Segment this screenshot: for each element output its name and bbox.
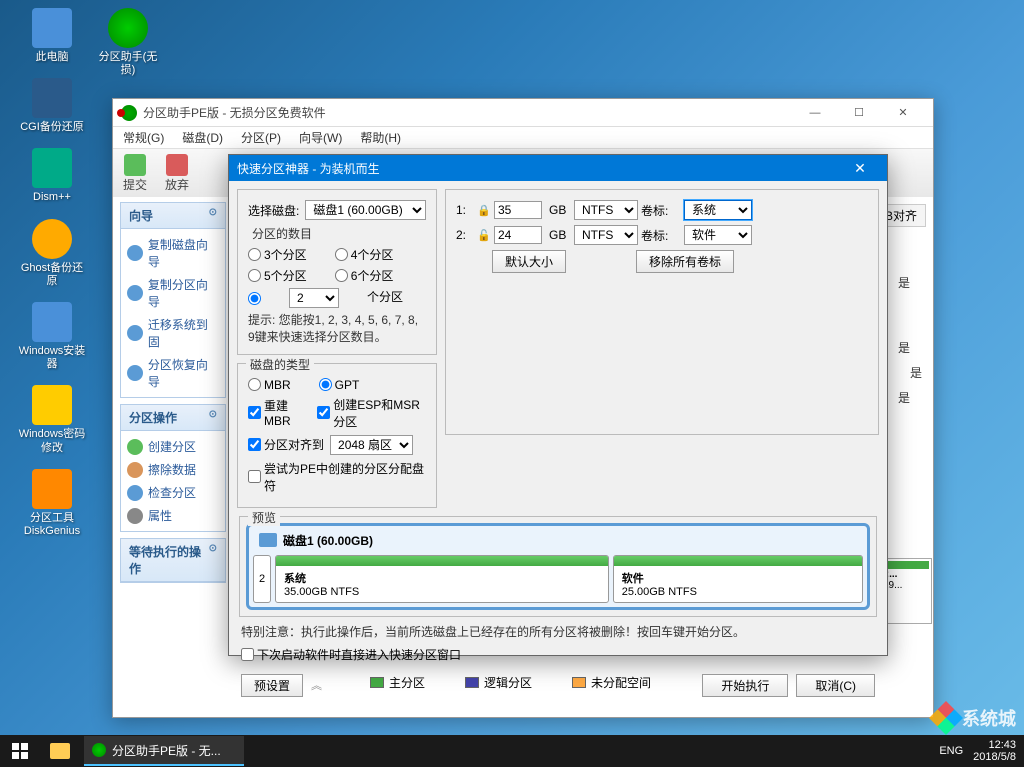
- desktop-icon-cgi[interactable]: CGI备份还原: [16, 78, 88, 134]
- taskbar: 分区助手PE版 - 无... ENG 12:43 2018/5/8: [0, 735, 1024, 767]
- unlock-icon[interactable]: 🔓: [477, 229, 491, 242]
- fieldset-count: 选择磁盘: 磁盘1 (60.00GB) 分区的数目 3个分区 4个分区 5个分区…: [237, 189, 437, 355]
- menu-wizard[interactable]: 向导(W): [299, 129, 342, 146]
- panel-header[interactable]: 向导: [121, 203, 225, 229]
- menubar: 常规(G) 磁盘(D) 分区(P) 向导(W) 帮助(H): [113, 127, 933, 149]
- disk-icon: [259, 533, 277, 547]
- tray-lang[interactable]: ENG: [939, 745, 963, 757]
- chk-align[interactable]: 分区对齐到: [248, 436, 324, 453]
- custom-count[interactable]: 2: [289, 288, 339, 308]
- remove-labels-button[interactable]: 移除所有卷标: [636, 250, 734, 273]
- desktop-icons-col1: 此电脑 CGI备份还原 Dism++ Ghost备份还原 Windows安装器 …: [16, 8, 88, 552]
- titlebar[interactable]: 分区助手PE版 - 无损分区免费软件 — ☐ ✕: [113, 99, 933, 127]
- size-input-2[interactable]: [494, 226, 542, 244]
- preview-disk-bar: 磁盘1 (60.00GB) 2 系统35.00GB NTFS 软件25.00GB…: [246, 523, 870, 610]
- start-button[interactable]: [0, 735, 40, 767]
- radio-5[interactable]: 5个分区: [248, 267, 307, 284]
- watermark: 系统城: [934, 705, 1016, 731]
- radio-3[interactable]: 3个分区: [248, 246, 307, 263]
- menu-help[interactable]: 帮助(H): [360, 129, 401, 146]
- system-tray: ENG 12:43 2018/5/8: [939, 739, 1024, 763]
- panel-header[interactable]: 分区操作: [121, 405, 225, 431]
- vol-select-2[interactable]: 软件: [684, 225, 752, 245]
- desktop-icon-thispc[interactable]: 此电脑: [16, 8, 88, 64]
- chk-rebuild-mbr[interactable]: 重建MBR: [248, 397, 305, 428]
- start-button[interactable]: 开始执行: [702, 674, 788, 697]
- desktop-icon-winpwd[interactable]: Windows密码修改: [16, 385, 88, 454]
- panel-ops: 分区操作 创建分区 擦除数据 检查分区 属性: [120, 404, 226, 532]
- preset-button[interactable]: 预设置: [241, 674, 303, 697]
- desktop-icon-ghost[interactable]: Ghost备份还原: [16, 219, 88, 288]
- warning-text: 特别注意：执行此操作后，当前所选磁盘上已经存在的所有分区将被删除！按回车键开始分…: [229, 617, 887, 646]
- sidebar-item[interactable]: 复制磁盘向导: [127, 233, 219, 273]
- preview-part-1[interactable]: 系统35.00GB NTFS: [275, 555, 609, 603]
- toolbar-discard[interactable]: 放弃: [165, 154, 189, 193]
- default-size-button[interactable]: 默认大小: [492, 250, 566, 273]
- radio-custom[interactable]: [248, 288, 261, 308]
- lock-icon[interactable]: 🔒: [477, 204, 491, 217]
- partition-row-1: 1: 🔒 GB NTFS 卷标: 系统: [456, 200, 868, 220]
- select-disk-label: 选择磁盘:: [248, 202, 299, 219]
- sidebar-item[interactable]: 擦除数据: [127, 458, 219, 481]
- fieldset-partitions: 1: 🔒 GB NTFS 卷标: 系统 2: 🔓 GB NTFS 卷标: 软件: [445, 189, 879, 435]
- sidebar-item[interactable]: 检查分区: [127, 481, 219, 504]
- select-disk[interactable]: 磁盘1 (60.00GB): [305, 200, 426, 220]
- panel-header[interactable]: 等待执行的操作: [121, 539, 225, 582]
- chk-create-esp[interactable]: 创建ESP和MSR分区: [317, 396, 426, 430]
- quick-partition-dialog: 快速分区神器 - 为装机而生 ✕ 选择磁盘: 磁盘1 (60.00GB) 分区的…: [228, 154, 888, 656]
- tray-clock[interactable]: 12:43 2018/5/8: [973, 739, 1016, 763]
- preview-part-2[interactable]: 软件25.00GB NTFS: [613, 555, 863, 603]
- dialog-titlebar[interactable]: 快速分区神器 - 为装机而生 ✕: [229, 155, 887, 181]
- close-button[interactable]: ✕: [881, 100, 925, 126]
- dialog-footer: 预设置 ︽ 开始执行 取消(C): [229, 668, 887, 703]
- preview-index: 2: [253, 555, 271, 603]
- chk-next-time[interactable]: 下次启动软件时直接进入快速分区窗口: [241, 646, 461, 663]
- fieldset-type: 磁盘的类型 MBR GPT 重建MBR 创建ESP和MSR分区 分区对齐到 20…: [237, 363, 437, 508]
- menu-disk[interactable]: 磁盘(D): [182, 129, 223, 146]
- toolbar-commit[interactable]: 提交: [123, 154, 147, 193]
- fs-select-2[interactable]: NTFS: [574, 225, 638, 245]
- sidebar-item[interactable]: 属性: [127, 504, 219, 527]
- desktop-icons-col2: 分区助手(无损): [92, 8, 164, 91]
- window-title: 分区助手PE版 - 无损分区免费软件: [143, 104, 793, 121]
- sidebar-item[interactable]: 迁移系统到固: [127, 313, 219, 353]
- radio-4[interactable]: 4个分区: [335, 246, 394, 263]
- dialog-close-button[interactable]: ✕: [841, 155, 879, 181]
- hint-text: 提示: 您能按1, 2, 3, 4, 5, 6, 7, 8, 9键来快速选择分区…: [248, 312, 426, 346]
- radio-6[interactable]: 6个分区: [335, 267, 394, 284]
- sidebar-item[interactable]: 创建分区: [127, 435, 219, 458]
- size-input-1[interactable]: [494, 201, 542, 219]
- minimize-button[interactable]: —: [793, 100, 837, 126]
- sidebar-item[interactable]: 分区恢复向导: [127, 353, 219, 393]
- fieldset-preview: 预览 磁盘1 (60.00GB) 2 系统35.00GB NTFS 软件25.0…: [239, 516, 877, 617]
- cancel-button[interactable]: 取消(C): [796, 674, 875, 697]
- taskbar-explorer[interactable]: [40, 735, 80, 767]
- desktop-icon-dism[interactable]: Dism++: [16, 148, 88, 204]
- chk-pe-drive[interactable]: 尝试为PE中创建的分区分配盘符: [248, 460, 426, 494]
- taskbar-app[interactable]: 分区助手PE版 - 无...: [84, 736, 244, 766]
- desktop-icon-winstall[interactable]: Windows安装器: [16, 302, 88, 371]
- expand-icon[interactable]: ︽: [311, 677, 322, 693]
- fs-select-1[interactable]: NTFS: [574, 200, 638, 220]
- align-select[interactable]: 2048 扇区: [330, 435, 413, 455]
- watermark-icon: [929, 701, 963, 735]
- panel-pending: 等待执行的操作: [120, 538, 226, 583]
- menu-general[interactable]: 常规(G): [123, 129, 164, 146]
- radio-gpt[interactable]: GPT: [319, 378, 360, 392]
- app-icon: [121, 105, 137, 121]
- maximize-button[interactable]: ☐: [837, 100, 881, 126]
- partition-row-2: 2: 🔓 GB NTFS 卷标: 软件: [456, 225, 868, 245]
- desktop-icon-partassist[interactable]: 分区助手(无损): [92, 8, 164, 77]
- menu-partition[interactable]: 分区(P): [241, 129, 281, 146]
- desktop-icon-diskgenius[interactable]: 分区工具DiskGenius: [16, 469, 88, 538]
- radio-mbr[interactable]: MBR: [248, 378, 291, 392]
- panel-wizard: 向导 复制磁盘向导 复制分区向导 迁移系统到固 分区恢复向导: [120, 202, 226, 398]
- vol-select-1[interactable]: 系统: [684, 200, 752, 220]
- taskbar-app-icon: [92, 743, 106, 757]
- sidebar: 向导 复制磁盘向导 复制分区向导 迁移系统到固 分区恢复向导 分区操作 创建分区…: [120, 202, 226, 589]
- sidebar-item[interactable]: 复制分区向导: [127, 273, 219, 313]
